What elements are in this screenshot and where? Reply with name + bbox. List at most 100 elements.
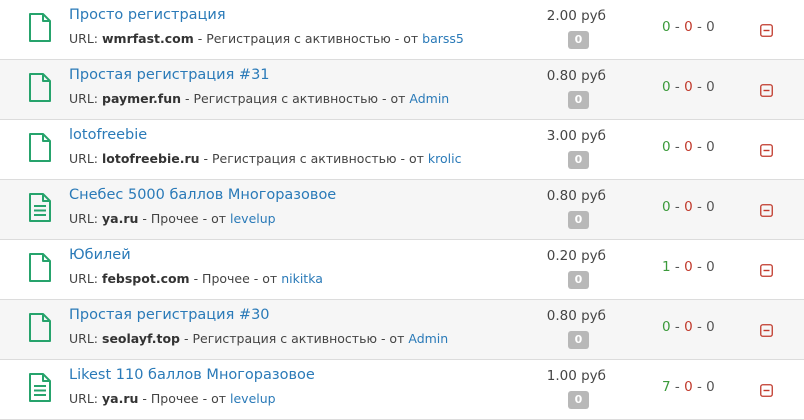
minus-square-icon[interactable] — [760, 142, 773, 157]
stat-separator: - — [674, 199, 680, 215]
stat-pending: 0 — [706, 319, 715, 335]
stat-rejected: 0 — [684, 379, 693, 395]
task-meta: URL: seolayf.top - Регистрация с активно… — [69, 331, 448, 346]
task-row[interactable]: Юбилей URL: febspot.com - Прочее - от ni… — [0, 240, 804, 300]
count-badge: 0 — [568, 271, 589, 289]
task-meta: URL: febspot.com - Прочее - от nikitka — [69, 271, 323, 286]
task-domain: lotofreebie.ru — [102, 151, 200, 166]
stat-separator: - — [696, 379, 702, 395]
author-link[interactable]: Admin — [408, 331, 448, 346]
task-domain: paymer.fun — [102, 91, 182, 106]
task-title-link[interactable]: Простая регистрация #31 — [69, 67, 270, 83]
author-link[interactable]: barss5 — [422, 31, 464, 46]
task-stats: 7 - 0 - 0 — [662, 379, 715, 395]
count-badge: 0 — [568, 91, 589, 109]
task-title-link[interactable]: Likest 110 баллов Многоразовое — [69, 367, 315, 383]
count-badge: 0 — [568, 31, 589, 49]
author-link[interactable]: Admin — [409, 91, 449, 106]
stat-separator: - — [674, 79, 680, 95]
stat-separator: - — [696, 139, 702, 155]
file-icon — [28, 12, 52, 43]
stat-approved: 0 — [662, 319, 671, 335]
task-stats: 0 - 0 - 0 — [662, 19, 715, 35]
task-domain: ya.ru — [102, 211, 139, 226]
stat-separator: - — [674, 139, 680, 155]
task-stats: 1 - 0 - 0 — [662, 259, 715, 275]
url-label: URL: — [69, 331, 99, 346]
author-link[interactable]: levelup — [230, 211, 276, 226]
minus-square-icon[interactable] — [760, 262, 773, 277]
author-link[interactable]: krolic — [428, 151, 462, 166]
from-label: - от — [253, 271, 278, 286]
task-stats: 0 - 0 - 0 — [662, 79, 715, 95]
task-row[interactable]: Простая регистрация #31 URL: paymer.fun … — [0, 60, 804, 120]
from-label: - от — [394, 31, 419, 46]
from-label: - от — [202, 211, 227, 226]
task-title-link[interactable]: Снебес 5000 баллов Многоразовое — [69, 187, 336, 203]
minus-square-icon[interactable] — [760, 82, 773, 97]
task-row[interactable]: lotofreebie URL: lotofreebie.ru - Регист… — [0, 120, 804, 180]
task-domain: seolayf.top — [102, 331, 181, 346]
from-label: - от — [381, 91, 406, 106]
task-price: 0.20 руб — [546, 248, 606, 264]
task-price: 2.00 руб — [546, 8, 606, 24]
author-link[interactable]: levelup — [230, 391, 276, 406]
task-meta: URL: lotofreebie.ru - Регистрация с акти… — [69, 151, 461, 166]
task-category: - Регистрация с активностью — [197, 31, 391, 46]
task-price: 0.80 руб — [546, 188, 606, 204]
task-category: - Регистрация с активностью — [185, 91, 378, 106]
task-row[interactable]: Простая регистрация #30 URL: seolayf.top… — [0, 300, 804, 360]
stat-separator: - — [674, 19, 680, 35]
task-meta: URL: paymer.fun - Регистрация с активнос… — [69, 91, 449, 106]
stat-pending: 0 — [706, 19, 715, 35]
file-icon — [28, 312, 52, 343]
file-icon — [28, 132, 52, 163]
stat-separator: - — [674, 259, 680, 275]
from-label: - от — [380, 331, 405, 346]
count-badge: 0 — [568, 391, 589, 409]
task-title-link[interactable]: Простая регистрация #30 — [69, 307, 270, 323]
url-label: URL: — [69, 151, 99, 166]
task-title-link[interactable]: lotofreebie — [69, 127, 147, 143]
stat-approved: 0 — [662, 199, 671, 215]
stat-approved: 1 — [662, 259, 671, 275]
minus-square-icon[interactable] — [760, 382, 773, 397]
file-icon — [28, 252, 52, 283]
task-title-link[interactable]: Юбилей — [69, 247, 131, 263]
file-icon — [28, 72, 52, 103]
task-title-link[interactable]: Просто регистрация — [69, 7, 226, 23]
task-domain: wmrfast.com — [102, 31, 194, 46]
stat-separator: - — [696, 259, 702, 275]
task-stats: 0 - 0 - 0 — [662, 319, 715, 335]
minus-square-icon[interactable] — [760, 202, 773, 217]
task-domain: ya.ru — [102, 391, 139, 406]
url-label: URL: — [69, 91, 99, 106]
file-text-icon — [28, 372, 52, 403]
count-badge: 0 — [568, 151, 589, 169]
url-label: URL: — [69, 391, 99, 406]
minus-square-icon[interactable] — [760, 22, 773, 37]
task-domain: febspot.com — [102, 271, 190, 286]
stat-rejected: 0 — [684, 19, 693, 35]
stat-approved: 7 — [662, 379, 671, 395]
stat-rejected: 0 — [684, 319, 693, 335]
task-row[interactable]: Просто регистрация URL: wmrfast.com - Ре… — [0, 0, 804, 60]
task-category: - Регистрация с активностью — [184, 331, 377, 346]
task-price: 0.80 руб — [546, 68, 606, 84]
stat-separator: - — [674, 379, 680, 395]
url-label: URL: — [69, 271, 99, 286]
count-badge: 0 — [568, 211, 589, 229]
author-link[interactable]: nikitka — [281, 271, 323, 286]
stat-rejected: 0 — [684, 199, 693, 215]
task-stats: 0 - 0 - 0 — [662, 139, 715, 155]
task-row[interactable]: Likest 110 баллов Многоразовое URL: ya.r… — [0, 360, 804, 420]
task-meta: URL: ya.ru - Прочее - от levelup — [69, 211, 276, 226]
stat-approved: 0 — [662, 139, 671, 155]
task-row[interactable]: Снебес 5000 баллов Многоразовое URL: ya.… — [0, 180, 804, 240]
task-price: 3.00 руб — [546, 128, 606, 144]
stat-separator: - — [674, 319, 680, 335]
file-text-icon — [28, 192, 52, 223]
count-badge: 0 — [568, 331, 589, 349]
minus-square-icon[interactable] — [760, 322, 773, 337]
stat-approved: 0 — [662, 19, 671, 35]
